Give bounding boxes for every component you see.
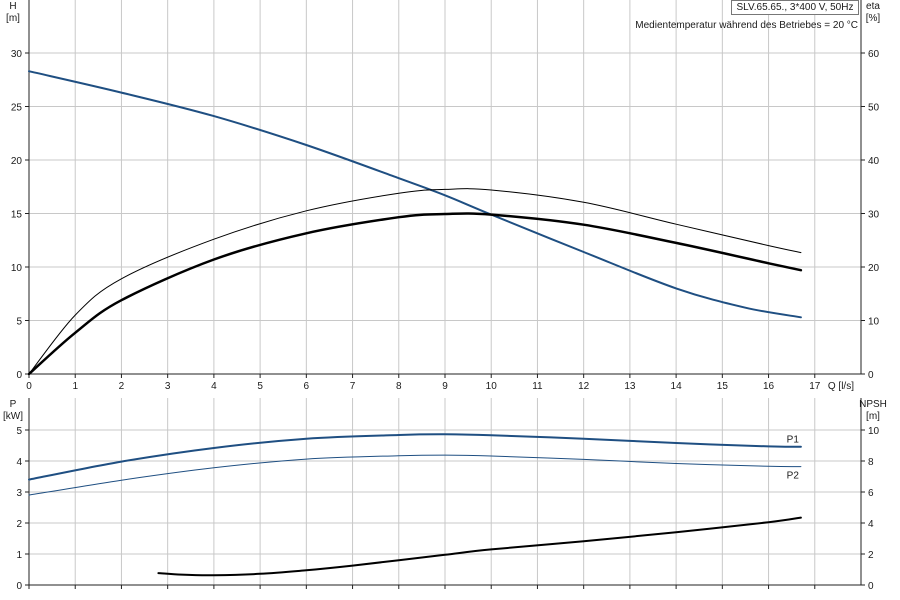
top-left-axis-unit: [m]: [6, 13, 20, 24]
bottom-series-label-p2: P2: [787, 471, 800, 482]
top-x-tick-label: 0: [26, 381, 32, 392]
bottom-left-tick-label: 1: [16, 550, 22, 561]
top-right-tick-label: 0: [868, 370, 874, 381]
pump-info-box: SLV.65.65., 3*400 V, 50Hz: [731, 0, 859, 15]
top-x-tick-label: 12: [578, 381, 590, 392]
top-x-tick-label: 17: [809, 381, 821, 392]
bottom-right-tick-label: 2: [868, 550, 874, 561]
top-right-tick-label: 40: [868, 156, 880, 167]
bottom-right-tick-label: 6: [868, 488, 874, 499]
bottom-right-tick-label: 0: [868, 581, 874, 592]
bottom-left-tick-label: 4: [16, 457, 22, 468]
top-x-tick-label: 6: [304, 381, 310, 392]
top-left-tick-label: 25: [11, 103, 23, 114]
bottom-right-axis-title: NPSH: [859, 399, 887, 410]
x-axis-title: Q [l/s]: [828, 381, 854, 392]
bottom-series-p1: [28, 433, 802, 481]
top-x-tick-label: 3: [165, 381, 171, 392]
top-x-tick-label: 15: [717, 381, 729, 392]
top-x-tick-label: 8: [396, 381, 402, 392]
pump-curve-chart: 05101520253001020304050600 1 2 3 4 5 6 7 8 9 10 11 1…: [3, 0, 887, 592]
bottom-right-tick-label: 10: [868, 426, 880, 437]
top-left-tick-label: 30: [11, 49, 23, 60]
top-right-tick-label: 10: [868, 317, 880, 328]
top-left-tick-label: 5: [16, 317, 22, 328]
bottom-left-axis-unit: [kW]: [3, 411, 23, 422]
top-x-tick-label: 14: [671, 381, 683, 392]
top-x-tick-label: 2: [119, 381, 125, 392]
top-series-2: [27, 212, 803, 376]
top-x-tick-label: 7: [350, 381, 356, 392]
bottom-left-tick-label: 2: [16, 519, 22, 530]
bottom-left-axis-title: P: [10, 399, 17, 410]
top-left-tick-label: 15: [11, 210, 23, 221]
top-x-tick-label: 1: [72, 381, 78, 392]
top-right-tick-label: 50: [868, 103, 880, 114]
top-left-tick-label: 10: [11, 263, 23, 274]
top-right-tick-label: 60: [868, 49, 880, 60]
top-right-axis-unit: [%]: [866, 13, 881, 24]
bottom-left-tick-label: 3: [16, 488, 22, 499]
bottom-right-tick-label: 8: [868, 457, 874, 468]
top-left-axis-title: H: [9, 1, 16, 12]
top-x-tick-label: 4: [211, 381, 217, 392]
top-x-tick-label: 11: [532, 381, 543, 392]
top-x-tick-label: 13: [624, 381, 636, 392]
top-x-tick-label: 5: [257, 381, 263, 392]
top-x-tick-label: 10: [486, 381, 498, 392]
bottom-series-label-p1: P1: [787, 435, 800, 446]
top-x-tick-label: 9: [442, 381, 448, 392]
bottom-right-axis-unit: [m]: [866, 411, 880, 422]
bottom-left-tick-label: 0: [16, 581, 22, 592]
bottom-right-tick-label: 4: [868, 519, 874, 530]
top-right-tick-label: 20: [868, 263, 880, 274]
bottom-series-2: [157, 516, 802, 577]
top-right-tick-label: 30: [868, 210, 880, 221]
top-left-tick-label: 20: [11, 156, 23, 167]
top-series-0: [28, 70, 802, 319]
top-left-tick-label: 0: [16, 370, 22, 381]
bottom-left-tick-label: 5: [16, 426, 22, 437]
top-x-tick-label: 16: [763, 381, 775, 392]
top-right-axis-title: eta: [866, 1, 880, 12]
temperature-note: Medientemperatur während des Betriebes =…: [635, 20, 858, 31]
